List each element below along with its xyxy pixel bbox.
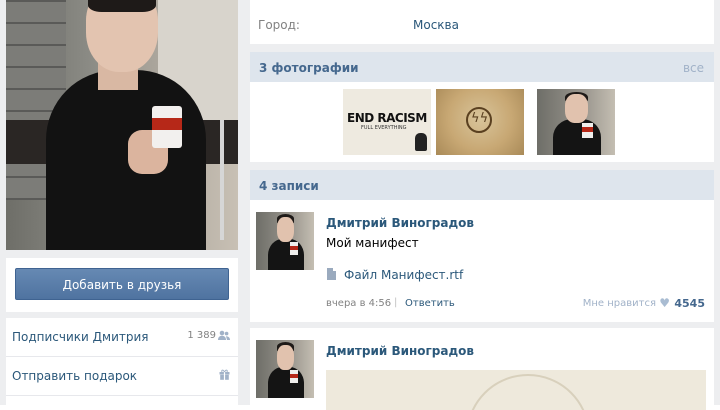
- avatar-photo: [6, 0, 238, 250]
- meta-separator: |: [394, 297, 398, 308]
- posts-header[interactable]: 4 записи: [250, 170, 714, 200]
- photo-thumb-1[interactable]: END RACISM FULL EVERYTHING: [343, 89, 431, 155]
- attached-file-link[interactable]: Файл Манифест.rtf: [344, 268, 463, 282]
- profile-info: Город: Москва: [250, 0, 714, 44]
- figure-silhouette: [415, 133, 427, 151]
- send-gift-link[interactable]: Отправить подарок: [6, 357, 238, 396]
- portrait-photo: [537, 89, 615, 155]
- like-count[interactable]: 4545: [674, 297, 705, 310]
- thumb1-text: END RACISM: [347, 111, 427, 125]
- post-author[interactable]: Дмитрий Виноградов: [326, 344, 474, 358]
- photo-thumb-3[interactable]: [537, 89, 615, 155]
- photos-strip: END RACISM FULL EVERYTHING: [250, 82, 714, 162]
- followers-link[interactable]: Подписчики Дмитрия 1 389: [6, 318, 238, 357]
- post-author-avatar[interactable]: [256, 212, 314, 270]
- profile-menu: Подписчики Дмитрия 1 389 Отправить подар…: [6, 318, 238, 405]
- followers-icon: [218, 330, 230, 344]
- document-icon: [327, 268, 336, 280]
- profile-sidebar: Добавить в друзья Подписчики Дмитрия 1 3…: [0, 0, 244, 405]
- post-text: Мой манифест: [326, 236, 419, 250]
- gift-icon: [219, 369, 230, 383]
- gift-label: Отправить подарок: [12, 369, 138, 383]
- photo-thumb-2[interactable]: [436, 89, 524, 155]
- photos-title: 3 фотографии: [259, 61, 359, 75]
- posts-title: 4 записи: [259, 179, 319, 193]
- wall-post: Дмитрий Виноградов Мой манифест Файл Ман…: [250, 200, 714, 322]
- post-author-avatar[interactable]: [256, 340, 314, 398]
- city-value[interactable]: Москва: [413, 18, 459, 32]
- followers-label: Подписчики Дмитрия: [12, 330, 149, 344]
- like-label[interactable]: Мне нравится: [583, 298, 656, 309]
- photos-header[interactable]: 3 фотографии все: [250, 52, 714, 82]
- photos-all-link[interactable]: все: [683, 61, 704, 75]
- heart-icon[interactable]: ♥: [659, 296, 670, 310]
- reply-link[interactable]: Ответить: [405, 298, 455, 309]
- emblem-icon: [466, 107, 492, 133]
- wall-post: Дмитрий Виноградов: [250, 328, 714, 410]
- add-friend-button[interactable]: Добавить в друзья: [15, 268, 229, 300]
- post-image[interactable]: [326, 370, 706, 410]
- post-time[interactable]: вчера в 4:56: [326, 298, 391, 309]
- profile-avatar[interactable]: [6, 0, 238, 250]
- city-key: Город:: [258, 18, 300, 32]
- profile-content: Город: Москва 3 фотографии все END RACIS…: [244, 0, 720, 410]
- followers-count: 1 389: [187, 330, 216, 341]
- post-author[interactable]: Дмитрий Виноградов: [326, 216, 474, 230]
- thumb1-subtext: FULL EVERYTHING: [361, 125, 407, 131]
- add-friend-panel: Добавить в друзья: [6, 258, 238, 312]
